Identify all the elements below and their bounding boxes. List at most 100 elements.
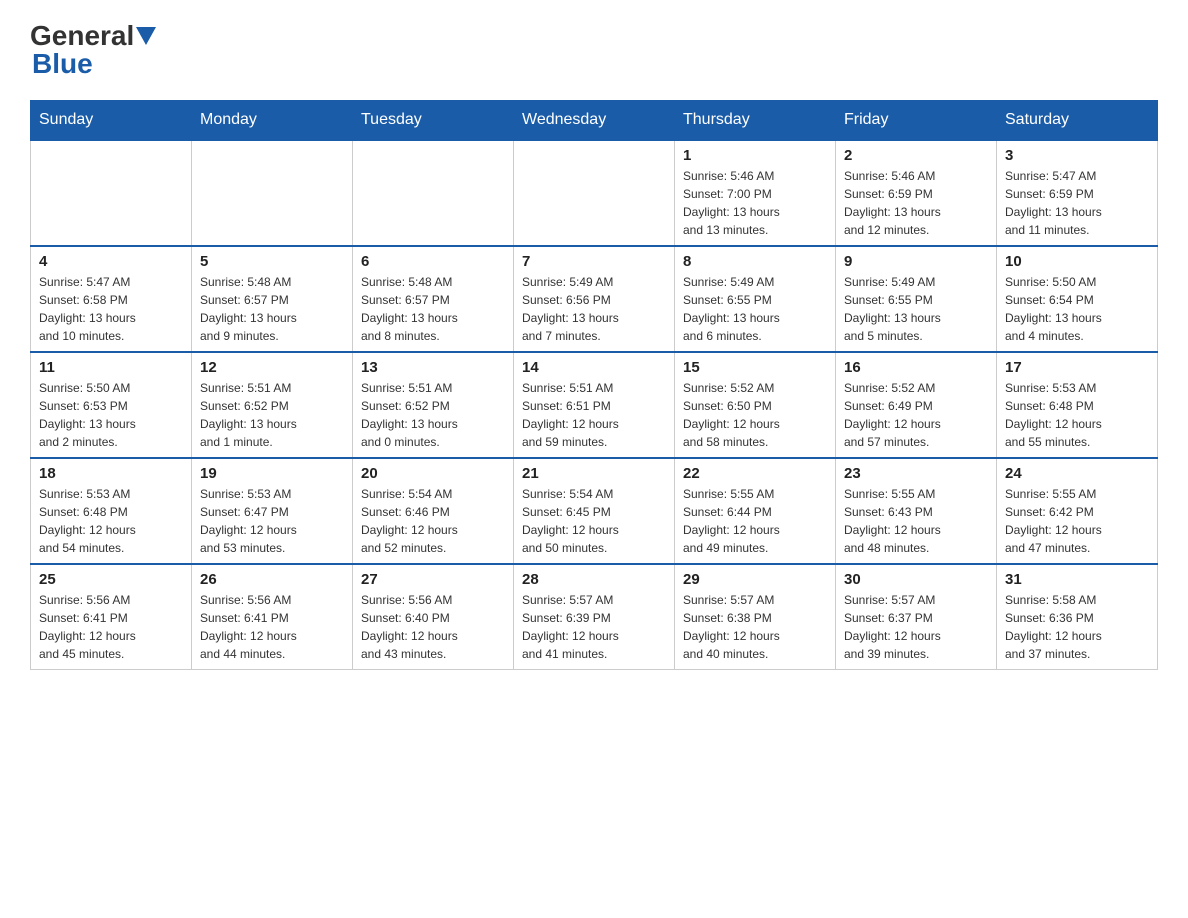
calendar-cell: 7 Sunrise: 5:49 AM Sunset: 6:56 PM Daylig… [514,246,675,352]
logo: General Blue [30,20,158,80]
day-info: Sunrise: 5:58 AM Sunset: 6:36 PM Dayligh… [1005,591,1149,663]
day-number: 26 [200,571,344,588]
calendar-cell: 11 Sunrise: 5:50 AM Sunset: 6:53 PM Dayli… [31,352,192,458]
day-number: 4 [39,253,183,270]
day-info: Sunrise: 5:57 AM Sunset: 6:39 PM Dayligh… [522,591,666,663]
calendar-cell: 19Sunrise: 5:53 AM Sunset: 6:47 PM Dayli… [192,458,353,564]
day-info: Sunrise: 5:48 AM Sunset: 6:57 PM Dayligh… [200,273,344,345]
week-row-3: 11 Sunrise: 5:50 AM Sunset: 6:53 PM Dayli… [31,352,1158,458]
day-info: Sunrise: 5:49 AM Sunset: 6:55 PM Dayligh… [683,273,827,345]
day-number: 23 [844,465,988,482]
day-info: Sunrise: 5:50 AM Sunset: 6:54 PM Dayligh… [1005,273,1149,345]
calendar-cell: 1Sunrise: 5:46 AM Sunset: 7:00 PM Daylig… [675,140,836,246]
day-number: 13 [361,359,505,376]
day-info: Sunrise: 5:54 AM Sunset: 6:45 PM Dayligh… [522,485,666,557]
calendar-cell: 29 Sunrise: 5:57 AM Sunset: 6:38 PM Dayli… [675,564,836,670]
day-number: 10 [1005,253,1149,270]
day-number: 16 [844,359,988,376]
day-info: Sunrise: 5:55 AM Sunset: 6:42 PM Dayligh… [1005,485,1149,557]
day-number: 9 [844,253,988,270]
day-info: Sunrise: 5:51 AM Sunset: 6:52 PM Dayligh… [200,379,344,451]
calendar-cell: 23 Sunrise: 5:55 AM Sunset: 6:43 PM Dayli… [836,458,997,564]
calendar-cell: 6 Sunrise: 5:48 AM Sunset: 6:57 PM Daylig… [353,246,514,352]
day-number: 7 [522,253,666,270]
page-header: General Blue [30,20,1158,80]
day-info: Sunrise: 5:55 AM Sunset: 6:44 PM Dayligh… [683,485,827,557]
day-info: Sunrise: 5:46 AM Sunset: 6:59 PM Dayligh… [844,167,988,239]
day-number: 25 [39,571,183,588]
weekday-header-wednesday: Wednesday [514,101,675,141]
day-info: Sunrise: 5:48 AM Sunset: 6:57 PM Dayligh… [361,273,505,345]
calendar-cell: 31 Sunrise: 5:58 AM Sunset: 6:36 PM Dayli… [997,564,1158,670]
calendar-cell: 10 Sunrise: 5:50 AM Sunset: 6:54 PM Dayli… [997,246,1158,352]
calendar-cell: 24 Sunrise: 5:55 AM Sunset: 6:42 PM Dayli… [997,458,1158,564]
day-info: Sunrise: 5:56 AM Sunset: 6:41 PM Dayligh… [200,591,344,663]
day-number: 29 [683,571,827,588]
weekday-header-row: SundayMondayTuesdayWednesdayThursdayFrid… [31,101,1158,141]
calendar-cell [31,140,192,246]
day-info: Sunrise: 5:52 AM Sunset: 6:50 PM Dayligh… [683,379,827,451]
calendar-cell [353,140,514,246]
day-number: 2 [844,147,988,164]
calendar-cell: 30 Sunrise: 5:57 AM Sunset: 6:37 PM Dayli… [836,564,997,670]
calendar-cell: 17 Sunrise: 5:53 AM Sunset: 6:48 PM Dayli… [997,352,1158,458]
weekday-header-tuesday: Tuesday [353,101,514,141]
day-number: 15 [683,359,827,376]
day-number: 12 [200,359,344,376]
day-info: Sunrise: 5:56 AM Sunset: 6:41 PM Dayligh… [39,591,183,663]
weekday-header-sunday: Sunday [31,101,192,141]
logo-blue-text: Blue [32,48,93,79]
day-number: 31 [1005,571,1149,588]
day-info: Sunrise: 5:51 AM Sunset: 6:52 PM Dayligh… [361,379,505,451]
day-info: Sunrise: 5:51 AM Sunset: 6:51 PM Dayligh… [522,379,666,451]
day-number: 6 [361,253,505,270]
calendar-cell: 25 Sunrise: 5:56 AM Sunset: 6:41 PM Dayli… [31,564,192,670]
day-number: 18 [39,465,183,482]
day-number: 3 [1005,147,1149,164]
day-info: Sunrise: 5:50 AM Sunset: 6:53 PM Dayligh… [39,379,183,451]
weekday-header-thursday: Thursday [675,101,836,141]
day-number: 11 [39,359,183,376]
day-info: Sunrise: 5:57 AM Sunset: 6:37 PM Dayligh… [844,591,988,663]
day-info: Sunrise: 5:53 AM Sunset: 6:48 PM Dayligh… [1005,379,1149,451]
calendar-cell: 21 Sunrise: 5:54 AM Sunset: 6:45 PM Dayli… [514,458,675,564]
week-row-5: 25 Sunrise: 5:56 AM Sunset: 6:41 PM Dayli… [31,564,1158,670]
logo-triangle-icon [136,27,156,45]
day-number: 17 [1005,359,1149,376]
day-number: 5 [200,253,344,270]
weekday-header-monday: Monday [192,101,353,141]
day-number: 24 [1005,465,1149,482]
day-info: Sunrise: 5:54 AM Sunset: 6:46 PM Dayligh… [361,485,505,557]
day-info: Sunrise: 5:56 AM Sunset: 6:40 PM Dayligh… [361,591,505,663]
day-info: Sunrise: 5:57 AM Sunset: 6:38 PM Dayligh… [683,591,827,663]
calendar-table: SundayMondayTuesdayWednesdayThursdayFrid… [30,100,1158,670]
day-info: Sunrise: 5:49 AM Sunset: 6:55 PM Dayligh… [844,273,988,345]
day-info: Sunrise: 5:47 AM Sunset: 6:58 PM Dayligh… [39,273,183,345]
day-number: 27 [361,571,505,588]
day-info: Sunrise: 5:53 AM Sunset: 6:48 PM Dayligh… [39,485,183,557]
calendar-cell [192,140,353,246]
calendar-cell: 27 Sunrise: 5:56 AM Sunset: 6:40 PM Dayli… [353,564,514,670]
calendar-cell: 14 Sunrise: 5:51 AM Sunset: 6:51 PM Dayli… [514,352,675,458]
calendar-cell: 22Sunrise: 5:55 AM Sunset: 6:44 PM Dayli… [675,458,836,564]
calendar-cell: 15 Sunrise: 5:52 AM Sunset: 6:50 PM Dayli… [675,352,836,458]
week-row-4: 18 Sunrise: 5:53 AM Sunset: 6:48 PM Dayli… [31,458,1158,564]
calendar-cell: 16 Sunrise: 5:52 AM Sunset: 6:49 PM Dayli… [836,352,997,458]
calendar-cell: 8Sunrise: 5:49 AM Sunset: 6:55 PM Daylig… [675,246,836,352]
calendar-cell: 28 Sunrise: 5:57 AM Sunset: 6:39 PM Dayli… [514,564,675,670]
day-info: Sunrise: 5:55 AM Sunset: 6:43 PM Dayligh… [844,485,988,557]
day-number: 20 [361,465,505,482]
weekday-header-saturday: Saturday [997,101,1158,141]
day-number: 1 [683,147,827,164]
day-number: 30 [844,571,988,588]
calendar-cell: 13 Sunrise: 5:51 AM Sunset: 6:52 PM Dayli… [353,352,514,458]
day-info: Sunrise: 5:47 AM Sunset: 6:59 PM Dayligh… [1005,167,1149,239]
day-number: 28 [522,571,666,588]
day-info: Sunrise: 5:52 AM Sunset: 6:49 PM Dayligh… [844,379,988,451]
day-number: 21 [522,465,666,482]
calendar-cell: 3 Sunrise: 5:47 AM Sunset: 6:59 PM Daylig… [997,140,1158,246]
day-number: 14 [522,359,666,376]
calendar-cell: 9 Sunrise: 5:49 AM Sunset: 6:55 PM Daylig… [836,246,997,352]
day-info: Sunrise: 5:49 AM Sunset: 6:56 PM Dayligh… [522,273,666,345]
week-row-2: 4 Sunrise: 5:47 AM Sunset: 6:58 PM Daylig… [31,246,1158,352]
